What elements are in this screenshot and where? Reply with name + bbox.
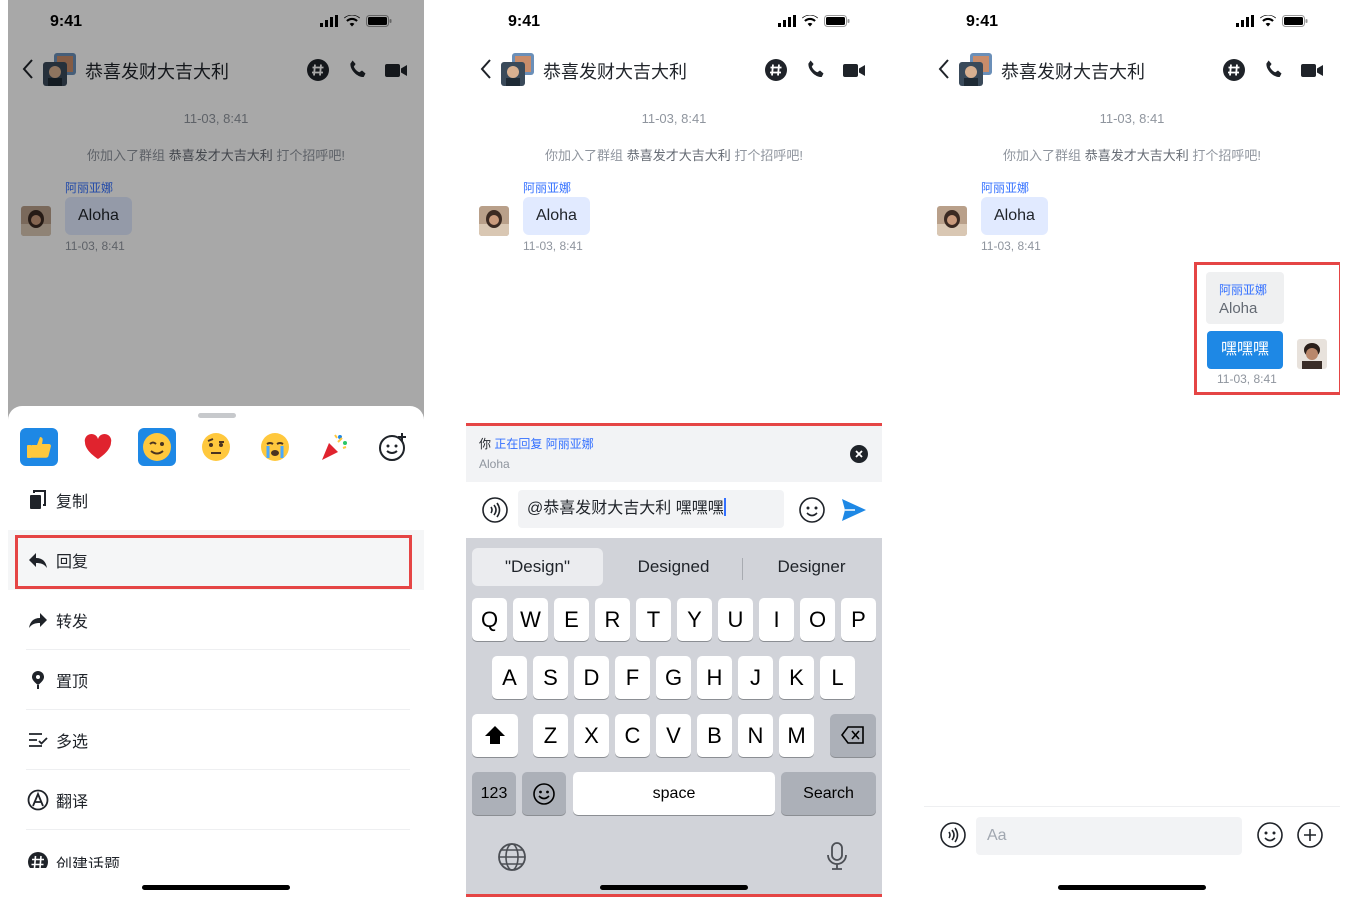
phone-call-icon[interactable] — [804, 58, 828, 82]
group-avatar[interactable] — [500, 52, 536, 88]
raised-eyebrow-reaction-icon[interactable] — [197, 428, 235, 466]
reply-highlight-box — [15, 535, 412, 589]
date-divider: 11-03, 8:41 — [1099, 111, 1165, 126]
wifi-icon — [1260, 15, 1276, 27]
pin-icon — [26, 668, 50, 692]
status-bar: 9:41 — [466, 0, 882, 44]
screen-sent-reply: 9:41 恭喜发财大吉大利 11-03, 8:41 你加入了群组 恭喜发才大吉大… — [924, 0, 1340, 897]
message-time: 11-03, 8:41 — [981, 239, 1041, 253]
group-avatar[interactable] — [958, 52, 994, 88]
party-popper-reaction-icon[interactable] — [315, 428, 353, 466]
home-indicator — [142, 885, 290, 890]
video-call-icon[interactable] — [1300, 58, 1324, 82]
menu-item-label: 多选 — [56, 734, 89, 751]
emoji-picker-icon[interactable] — [1257, 822, 1283, 848]
chat-header: 恭喜发财大吉大利 — [924, 44, 1340, 94]
battery-icon — [1282, 15, 1308, 27]
topic-hash-icon[interactable] — [1222, 58, 1246, 82]
system-msg-group[interactable]: 恭喜发才大吉大利 — [1085, 148, 1189, 163]
phone-call-icon[interactable] — [1262, 58, 1286, 82]
screen-reply-composer: 9:41 恭喜发财大吉大利 11-03, 8:41 你加入了群组 恭喜发才大吉大… — [466, 0, 882, 897]
status-time: 9:41 — [966, 13, 999, 30]
sender-avatar[interactable] — [479, 206, 509, 236]
topic-hash-icon[interactable] — [764, 58, 788, 82]
composer-highlight-box — [466, 423, 882, 897]
message-time: 11-03, 8:41 — [523, 239, 583, 253]
topic-icon — [26, 850, 50, 868]
signal-icon — [1236, 15, 1254, 27]
menu-item-create-topic[interactable]: 创建话题 — [8, 830, 424, 868]
forward-icon — [26, 608, 50, 632]
status-icons — [1236, 15, 1308, 27]
home-indicator — [1058, 885, 1206, 890]
system-msg-suffix: 打个招呼吧! — [1192, 148, 1261, 163]
chat-header: 恭喜发财大吉大利 — [466, 44, 882, 94]
status-icons — [778, 15, 850, 27]
crying-reaction-icon[interactable] — [256, 428, 294, 466]
status-time: 9:41 — [508, 13, 541, 30]
copy-icon — [26, 488, 50, 512]
wifi-icon — [802, 15, 818, 27]
screen-context-menu: 9:41 恭喜发财大吉大利 11-03, 8:41 你加入了群组 恭喜发才大吉大… — [8, 0, 424, 897]
system-msg-suffix: 打个招呼吧! — [734, 148, 803, 163]
chat-title: 恭喜发财大吉大利 — [543, 62, 687, 82]
incoming-message-bubble[interactable]: Aloha — [981, 197, 1048, 235]
chat-title: 恭喜发财大吉大利 — [1001, 62, 1145, 82]
wink-reaction-icon[interactable] — [138, 428, 176, 466]
system-message: 你加入了群组 恭喜发才大吉大利 打个招呼吧! — [924, 145, 1340, 164]
menu-item-label: 创建话题 — [56, 857, 121, 868]
battery-icon — [824, 15, 850, 27]
system-message: 你加入了群组 恭喜发才大吉大利 打个招呼吧! — [466, 145, 882, 164]
system-msg-group[interactable]: 恭喜发才大吉大利 — [627, 148, 731, 163]
menu-item-label: 翻译 — [56, 794, 89, 811]
menu-item-pin[interactable]: 置顶 — [8, 650, 424, 710]
menu-item-label: 复制 — [56, 494, 89, 511]
message-action-sheet: 复制 回复 转发 置顶 多选 翻译 创建话题 — [8, 406, 424, 897]
sender-name[interactable]: 阿丽亚娜 — [981, 179, 1029, 196]
add-attachment-icon[interactable] — [1297, 822, 1323, 848]
voice-input-icon[interactable] — [940, 822, 966, 848]
menu-item-forward[interactable]: 转发 — [8, 590, 424, 650]
menu-item-label: 转发 — [56, 614, 89, 631]
back-chevron-icon[interactable] — [936, 58, 952, 80]
sent-reply-highlight-box — [1194, 262, 1340, 395]
translate-icon — [26, 788, 50, 812]
system-msg-prefix: 你加入了群组 — [1003, 148, 1082, 163]
menu-item-multi-select[interactable]: 多选 — [8, 710, 424, 770]
video-call-icon[interactable] — [842, 58, 866, 82]
menu-item-translate[interactable]: 翻译 — [8, 770, 424, 830]
thumbs-up-reaction-icon[interactable] — [20, 428, 58, 466]
sheet-drag-handle[interactable] — [198, 413, 236, 418]
signal-icon — [778, 15, 796, 27]
incoming-message-bubble[interactable]: Aloha — [523, 197, 590, 235]
back-chevron-icon[interactable] — [478, 58, 494, 80]
date-divider: 11-03, 8:41 — [641, 111, 707, 126]
menu-item-label: 置顶 — [56, 674, 89, 691]
reaction-row — [20, 428, 412, 466]
system-msg-prefix: 你加入了群组 — [545, 148, 624, 163]
multi-select-icon — [26, 728, 50, 752]
heart-reaction-icon[interactable] — [79, 428, 117, 466]
status-bar: 9:41 — [924, 0, 1340, 44]
add-reaction-icon[interactable] — [374, 428, 412, 466]
menu-item-copy[interactable]: 复制 — [8, 470, 424, 530]
sender-avatar[interactable] — [937, 206, 967, 236]
composer-row: Aa — [924, 806, 1340, 866]
message-input[interactable]: Aa — [976, 817, 1242, 855]
sender-name[interactable]: 阿丽亚娜 — [523, 179, 571, 196]
